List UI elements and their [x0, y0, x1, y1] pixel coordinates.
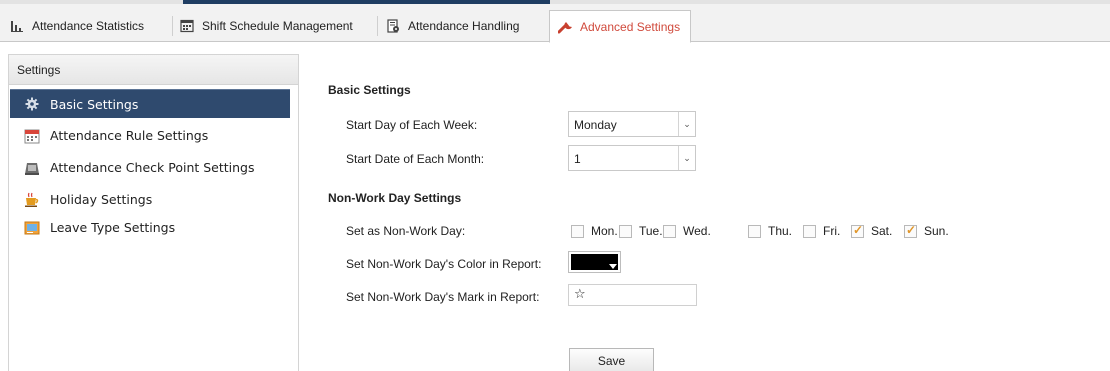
color-swatch: [571, 254, 618, 270]
checkbox[interactable]: [571, 224, 584, 238]
checkpoint-device-icon: [24, 160, 40, 176]
day-label: Thu.: [768, 224, 793, 238]
sidebar-item-label: Basic Settings: [50, 96, 139, 112]
sidebar-item-label: Attendance Check Point Settings: [50, 160, 255, 175]
checkbox-checked[interactable]: [851, 223, 864, 238]
sidebar-item-attendance-check-point-settings[interactable]: Attendance Check Point Settings: [10, 153, 290, 182]
sidebar-item-label: Attendance Rule Settings: [50, 128, 209, 143]
checkbox[interactable]: [748, 224, 761, 238]
sidebar-item-attendance-rule-settings[interactable]: Attendance Rule Settings: [10, 121, 290, 150]
start-date-select[interactable]: 1 ⌄: [568, 145, 696, 171]
day-label: Fri.: [823, 224, 841, 238]
nonwork-day-sun[interactable]: Sun.: [904, 223, 949, 238]
tab-label: Attendance Handling: [408, 19, 520, 33]
chevron-down-icon[interactable]: ⌄: [678, 112, 695, 136]
checkbox-checked[interactable]: [904, 223, 917, 238]
color-picker[interactable]: [568, 251, 621, 273]
start-day-label: Start Day of Each Week:: [346, 118, 478, 132]
start-day-value: Monday: [574, 118, 617, 132]
nonwork-day-wed[interactable]: Wed.: [663, 224, 711, 238]
checkbox[interactable]: [619, 224, 632, 238]
checkbox[interactable]: [803, 224, 816, 238]
sidebar-item-label: Holiday Settings: [50, 192, 153, 207]
day-label: Tue.: [639, 224, 663, 238]
sidebar-item-label: Leave Type Settings: [50, 220, 176, 235]
nonwork-day-mon[interactable]: Mon.: [571, 224, 618, 238]
tab-attendance-handling[interactable]: Attendance Handling: [378, 10, 519, 42]
save-button[interactable]: Save: [569, 348, 654, 371]
checkbox[interactable]: [663, 224, 676, 238]
tab-label: Advanced Settings: [580, 19, 681, 34]
tab-attendance-statistics[interactable]: Attendance Statistics: [2, 10, 144, 42]
nonwork-mark-input[interactable]: ☆: [568, 284, 697, 306]
start-date-label: Start Date of Each Month:: [346, 152, 485, 166]
sidebar-item-holiday-settings[interactable]: Holiday Settings: [10, 185, 290, 214]
tab-label: Attendance Statistics: [32, 19, 145, 33]
calendar-icon: [24, 128, 40, 144]
nonwork-day-tue[interactable]: Tue.: [619, 224, 663, 238]
tab-shift-schedule-management[interactable]: Shift Schedule Management: [172, 10, 353, 42]
nonwork-mark-label: Set Non-Work Day's Mark in Report:: [346, 290, 540, 304]
start-day-select[interactable]: Monday ⌄: [568, 111, 696, 137]
nonwork-day-thu[interactable]: Thu.: [748, 224, 792, 238]
sidebar-item-leave-type-settings[interactable]: Leave Type Settings: [10, 213, 290, 242]
basic-settings-title: Basic Settings: [328, 83, 411, 97]
caret-down-icon: [609, 264, 617, 269]
day-label: Wed.: [683, 224, 711, 238]
chevron-down-icon[interactable]: ⌄: [678, 146, 695, 170]
day-label: Sat.: [871, 224, 893, 238]
leave-form-icon: [24, 220, 40, 236]
tab-label: Shift Schedule Management: [202, 19, 353, 33]
calendar-grid-icon: [180, 19, 194, 33]
wrench-icon: [557, 20, 572, 34]
sidebar-header: Settings: [9, 55, 298, 85]
nonwork-color-label: Set Non-Work Day's Color in Report:: [346, 257, 542, 271]
nonwork-settings-title: Non-Work Day Settings: [328, 191, 462, 205]
bar-chart-icon: [10, 19, 24, 33]
start-date-value: 1: [574, 152, 581, 166]
day-label: Mon.: [591, 224, 618, 238]
document-gear-icon: [386, 19, 400, 33]
nonwork-day-sat[interactable]: Sat.: [851, 223, 893, 238]
tab-advanced-settings[interactable]: Advanced Settings: [549, 10, 692, 43]
coffee-cup-icon: [24, 192, 40, 208]
nonwork-day-fri[interactable]: Fri.: [803, 224, 840, 238]
sidebar-item-basic-settings[interactable]: Basic Settings: [10, 89, 290, 118]
gear-icon: [24, 96, 40, 112]
nonwork-day-label: Set as Non-Work Day:: [346, 224, 466, 238]
day-label: Sun.: [924, 224, 949, 238]
module-tab-bar: Attendance Statistics Shift Schedule Man…: [0, 4, 1110, 43]
